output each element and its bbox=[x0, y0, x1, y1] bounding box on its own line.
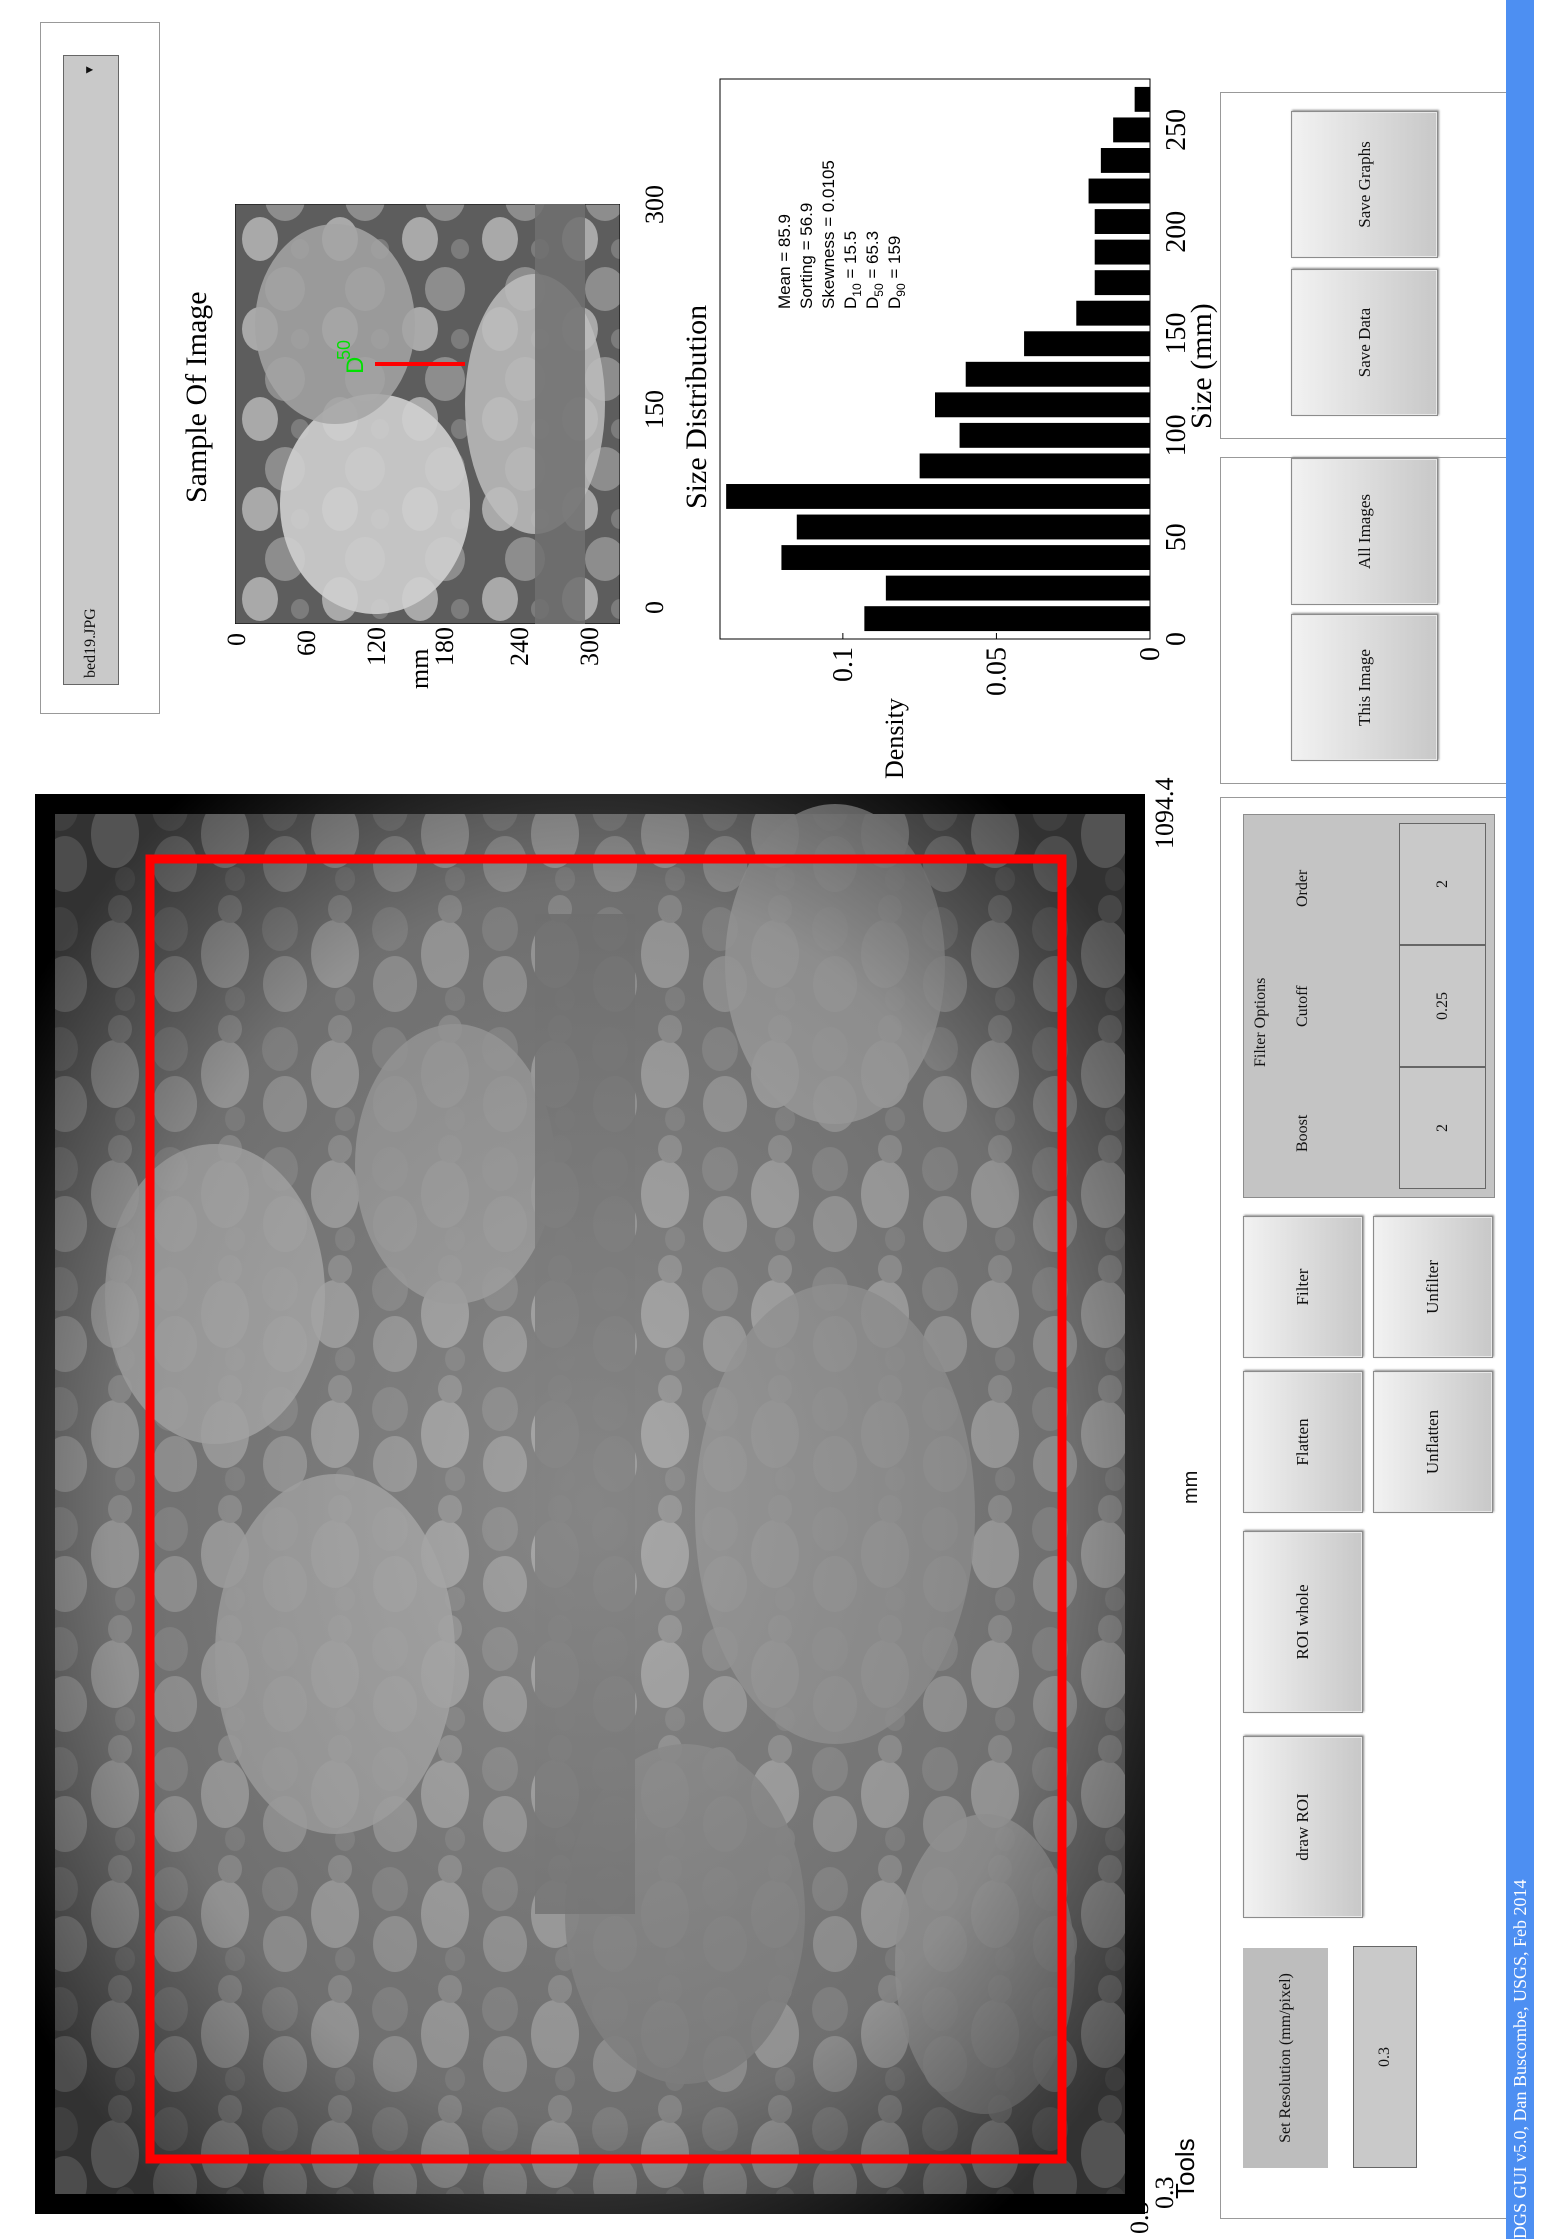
set-resolution-label: Set Resolution (mm/pixel) bbox=[1243, 1948, 1328, 2168]
y-tick-label: 0.1 bbox=[828, 647, 859, 682]
histogram-bar bbox=[919, 453, 1150, 479]
main-image[interactable] bbox=[35, 794, 1145, 2214]
x-tick-label: 0 bbox=[1161, 632, 1192, 646]
x-tick-label: 50 bbox=[1161, 523, 1192, 551]
order-input[interactable]: 2 bbox=[1399, 823, 1486, 945]
filter-options-title: Filter Options bbox=[1252, 977, 1269, 1067]
histogram-bar bbox=[864, 606, 1150, 632]
sample-image-axis: D 50 bbox=[234, 203, 621, 625]
y-tick-label: 0.05 bbox=[981, 647, 1012, 696]
sample-ytick: 60 bbox=[292, 630, 321, 656]
filter-button[interactable]: Filter bbox=[1243, 1216, 1363, 1358]
chevron-down-icon: ▼ bbox=[82, 64, 96, 76]
histogram-bar bbox=[935, 392, 1150, 418]
roi-whole-button[interactable]: ROI whole bbox=[1243, 1531, 1363, 1713]
footer-text: DGS GUI v5.0, Dan Buscombe, USGS, Feb 20… bbox=[1509, 1879, 1530, 2239]
order-label: Order bbox=[1294, 869, 1311, 907]
chart-ylabel: Density bbox=[880, 698, 909, 779]
histogram-bar bbox=[1076, 300, 1150, 326]
histogram-bar bbox=[959, 422, 1151, 448]
stats-annotation-sub: 50 bbox=[872, 283, 886, 297]
filter-options-group: Filter Options Boost Cutoff Order 2 0.25… bbox=[1243, 814, 1495, 1198]
file-select-value: bed19.JPG bbox=[82, 608, 99, 678]
save-graphs-button[interactable]: Save Graphs bbox=[1291, 111, 1438, 258]
stats-annotation-value: = 159 bbox=[885, 236, 904, 284]
sample-title: Sample Of Image bbox=[180, 291, 213, 503]
stats-annotation: Sorting = 56.9 bbox=[797, 203, 816, 309]
sample-xtick: 150 bbox=[640, 390, 669, 429]
image-x-unit-label: mm bbox=[1180, 1470, 1202, 1504]
tools-panel: Set Resolution (mm/pixel) 0.3 draw ROI R… bbox=[1220, 797, 1507, 2219]
stats-annotation-sub: 10 bbox=[850, 283, 864, 297]
stats-annotation-value: = 15.5 bbox=[841, 231, 860, 283]
histogram-bar bbox=[1094, 270, 1151, 296]
resolution-input[interactable]: 0.3 bbox=[1353, 1946, 1417, 2168]
sample-xtick: 0 bbox=[640, 601, 669, 614]
chart-xlabel: Size (mm) bbox=[1185, 303, 1218, 429]
this-image-button[interactable]: This Image bbox=[1291, 614, 1438, 761]
d50-sub: 50 bbox=[334, 340, 354, 360]
sample-ytick: 240 bbox=[505, 627, 534, 666]
histogram-bar bbox=[1024, 331, 1151, 357]
draw-roi-button[interactable]: draw ROI bbox=[1243, 1736, 1363, 1918]
tools-title: Tools bbox=[1170, 2138, 1200, 2199]
save-panel: Save Data Save Graphs bbox=[1220, 92, 1507, 439]
stats-annotation: Mean = 85.9 bbox=[775, 214, 794, 309]
cutoff-input[interactable]: 0.25 bbox=[1399, 945, 1486, 1067]
boost-input[interactable]: 2 bbox=[1399, 1067, 1486, 1189]
histogram-bar bbox=[1094, 209, 1151, 234]
all-images-button[interactable]: All Images bbox=[1291, 458, 1438, 605]
sample-ytick: 300 bbox=[575, 627, 604, 666]
histogram-bar bbox=[726, 484, 1151, 509]
sample-xtick: 300 bbox=[640, 185, 669, 224]
unfilter-button[interactable]: Unfilter bbox=[1373, 1216, 1493, 1358]
size-distribution-chart: 05010015020025000.050.1Mean = 85.9 Sortin… bbox=[719, 78, 1192, 696]
histogram-bar bbox=[781, 545, 1151, 570]
sample-image: D 50 bbox=[234, 203, 621, 625]
image-x-right-label: 1094.4 bbox=[1150, 777, 1179, 850]
stats-annotation-value: = 65.3 bbox=[863, 231, 882, 283]
file-panel: bed19.JPG ▼ bbox=[40, 22, 160, 714]
sample-ytick: 180 bbox=[430, 627, 459, 666]
cutoff-label: Cutoff bbox=[1294, 985, 1311, 1027]
sample-ytick: 120 bbox=[362, 627, 391, 666]
main-image-axis bbox=[35, 794, 1145, 2214]
footer-bar: DGS GUI v5.0, Dan Buscombe, USGS, Feb 20… bbox=[1506, 0, 1534, 2239]
flatten-button[interactable]: Flatten bbox=[1243, 1371, 1363, 1513]
app-window: 20.8 0.3 0.3 1094.4 mm bed19.JPG ▼ Sampl… bbox=[0, 0, 1554, 2239]
x-tick-label: 250 bbox=[1161, 109, 1192, 151]
save-data-button[interactable]: Save Data bbox=[1291, 269, 1438, 416]
histogram-bar bbox=[1088, 178, 1151, 204]
histogram-bar bbox=[1094, 239, 1151, 265]
stats-annotation-sub: 90 bbox=[894, 283, 908, 297]
histogram-bar bbox=[1100, 148, 1151, 173]
file-select[interactable]: bed19.JPG ▼ bbox=[63, 55, 119, 685]
y-tick-label: 0 bbox=[1135, 647, 1166, 661]
histogram-bar bbox=[1134, 86, 1150, 112]
unflatten-button[interactable]: Unflatten bbox=[1373, 1371, 1493, 1513]
process-panel: This Image All Images bbox=[1220, 457, 1507, 784]
histogram-bar bbox=[965, 361, 1151, 387]
stats-annotation: Skewness = 0.0105 bbox=[819, 160, 838, 309]
histogram-bar bbox=[885, 575, 1150, 601]
sample-ytick: 0 bbox=[222, 633, 251, 646]
histogram-bar bbox=[796, 514, 1151, 540]
boost-label: Boost bbox=[1294, 1114, 1311, 1152]
x-tick-label: 200 bbox=[1161, 211, 1192, 253]
